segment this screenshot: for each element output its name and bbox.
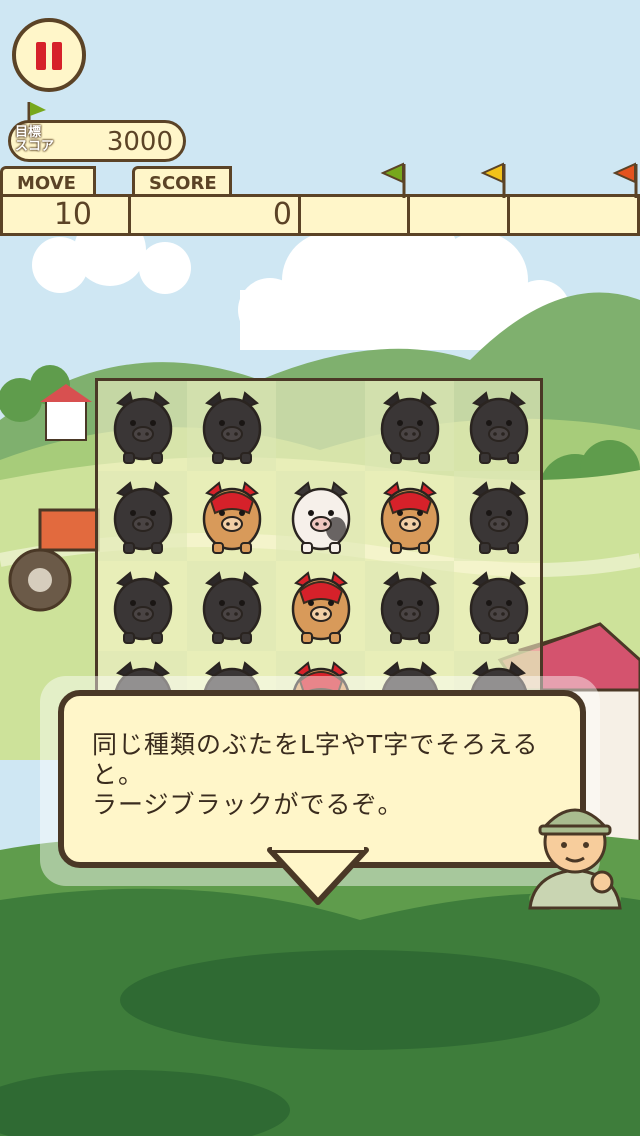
black-pig-piece	[469, 571, 529, 644]
black-pig-piece	[469, 481, 529, 554]
red-pig-piece	[291, 571, 351, 644]
board-tile[interactable]	[454, 561, 540, 651]
target-score-panel: 目標 スコア 3000	[8, 120, 186, 162]
black-pig-piece	[113, 391, 173, 464]
board-tile[interactable]	[365, 471, 454, 561]
game-board	[95, 378, 543, 698]
board-tile[interactable]	[187, 471, 276, 561]
board-tile[interactable]	[365, 381, 454, 471]
target-score-label: 目標 スコア	[15, 125, 55, 154]
board-tile[interactable]	[276, 381, 365, 471]
board-tile[interactable]	[98, 561, 187, 651]
score-label: SCORE	[132, 166, 232, 196]
black-pig-piece	[380, 571, 440, 644]
board-tile[interactable]	[454, 381, 540, 471]
dialog-text: 同じ種類のぶたをL字やT字でそろえると。 ラージブラックがでるぞ。	[92, 730, 539, 819]
move-count: 10	[3, 197, 131, 233]
star2-flag-icon	[480, 162, 506, 198]
star3-flag-icon	[612, 162, 638, 198]
black-pig-piece	[380, 391, 440, 464]
score-value: 0	[133, 197, 301, 233]
board-tile[interactable]	[187, 381, 276, 471]
score-progress-segment	[303, 197, 410, 233]
board-tile[interactable]	[454, 471, 540, 561]
pause-button[interactable]	[12, 18, 86, 92]
farmer-character	[528, 808, 622, 910]
board-tile[interactable]	[98, 471, 187, 561]
target-score-value: 3000	[106, 127, 173, 157]
status-bar: MOVE SCORE 10 0	[0, 162, 640, 236]
dialog-pointer-icon	[267, 842, 369, 905]
board-tile[interactable]	[276, 561, 365, 651]
target-flag-icon	[27, 102, 46, 122]
game-scene: 目標 スコア 3000 MOVE SCORE 10 0 同じ種類のぶたをL字やT…	[0, 0, 640, 1136]
board-tile[interactable]	[98, 381, 187, 471]
board-tile[interactable]	[365, 561, 454, 651]
pause-icon	[36, 42, 46, 70]
white-pig-piece	[291, 481, 351, 554]
score-progress-segment	[407, 197, 510, 233]
black-pig-piece	[469, 391, 529, 464]
black-pig-piece	[113, 481, 173, 554]
board-tile[interactable]	[187, 561, 276, 651]
black-pig-piece	[202, 391, 262, 464]
black-pig-piece	[202, 571, 262, 644]
move-label: MOVE	[0, 166, 96, 196]
red-pig-piece	[380, 481, 440, 554]
board-tile[interactable]	[276, 471, 365, 561]
black-pig-piece	[113, 571, 173, 644]
red-pig-piece	[202, 481, 262, 554]
star1-flag-icon	[380, 162, 406, 198]
